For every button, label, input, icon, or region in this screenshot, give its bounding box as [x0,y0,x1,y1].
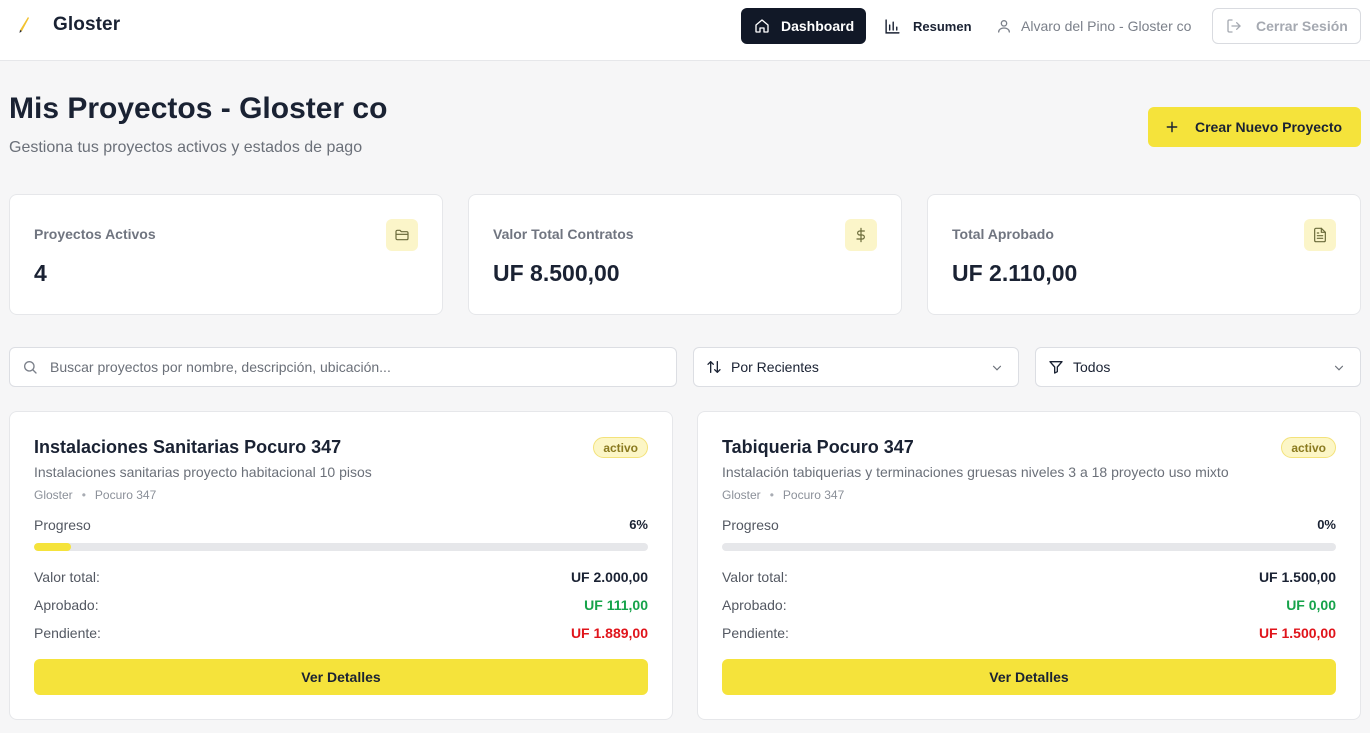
search-field[interactable] [9,347,677,387]
nav-dashboard-button[interactable]: Dashboard [741,8,866,44]
view-details-button[interactable]: Ver Detalles [34,659,648,695]
stat-card-active-projects: Proyectos Activos 4 [9,194,443,315]
approved-label: Aprobado: [34,597,99,613]
stat-card-total-approved: Total Aprobado UF 2.110,00 [927,194,1361,315]
progress-bar [34,543,648,551]
approved-value: UF 0,00 [1286,597,1336,613]
logout-button[interactable]: Cerrar Sesión [1212,8,1361,44]
project-company: Gloster [34,488,73,502]
stat-card-total-contracts: Valor Total Contratos UF 8.500,00 [468,194,902,315]
stat-value: 4 [34,260,47,286]
user-icon [998,20,1010,33]
sort-select-value: Por Recientes [731,359,819,375]
top-navigation-bar: Gloster Dashboard Resumen Alvaro del Pin… [0,0,1370,61]
stat-label: Valor Total Contratos [493,226,634,242]
status-filter-value: Todos [1073,359,1111,375]
nav-resumen-button[interactable]: Resumen [884,8,972,44]
brand-name: Gloster [53,14,121,35]
progress-label: Progreso [722,517,779,533]
approved-label: Aprobado: [722,597,787,613]
progress-value: 0% [1317,517,1336,532]
total-value: UF 2.000,00 [570,569,648,585]
project-title: Tabiqueria Pocuro 347 [722,437,914,457]
status-badge: activo [1281,437,1336,458]
project-description: Instalaciones sanitarias proyecto habita… [34,464,372,480]
project-company: Gloster [722,488,761,502]
search-icon [24,361,37,374]
project-location: Pocuro 347 [782,488,845,502]
progress-value: 6% [629,517,648,532]
page-subtitle: Gestiona tus proyectos activos y estados… [9,139,363,156]
home-icon [755,19,769,33]
create-project-label: Crear Nuevo Proyecto [1195,119,1343,135]
project-meta: Gloster • Pocuro 347 [34,488,156,502]
pending-value: UF 1.500,00 [1258,625,1336,641]
user-name: Alvaro del Pino - Gloster co [1021,18,1192,34]
page-title: Mis Proyectos - Gloster co [9,92,388,125]
chevron-down-icon [990,361,1004,375]
logout-label: Cerrar Sesión [1256,18,1348,34]
stat-value: UF 2.110,00 [952,260,1078,286]
stat-value: UF 8.500,00 [493,260,620,286]
meta-separator: • [769,488,774,502]
progress-label: Progreso [34,517,91,533]
meta-separator: • [81,488,86,502]
project-description: Instalación tabiquerias y terminaciones … [722,464,1229,480]
bar-chart-icon [885,18,900,34]
logout-icon [1227,19,1241,33]
total-value-label: Valor total: [34,569,100,585]
project-location: Pocuro 347 [94,488,157,502]
nav-resumen-label: Resumen [913,18,972,34]
view-details-button[interactable]: Ver Detalles [722,659,1336,695]
folder-icon [386,219,418,251]
progress-bar [722,543,1336,551]
pending-value: UF 1.889,00 [570,625,648,641]
approved-value: UF 111,00 [584,597,648,613]
project-card: Tabiqueria Pocuro 347 activo Instalación… [697,411,1361,720]
dollar-icon [845,219,877,251]
sort-arrows-icon [706,359,722,375]
progress-bar-fill [34,543,71,551]
chevron-down-icon [1332,361,1346,375]
total-value: UF 1.500,00 [1258,569,1336,585]
status-badge: activo [593,437,648,458]
plus-icon [1166,121,1178,133]
pencil-logo-icon [19,17,29,33]
nav-dashboard-label: Dashboard [781,18,855,34]
document-icon [1304,219,1336,251]
stat-label: Total Aprobado [952,226,1054,242]
pending-label: Pendiente: [34,625,101,641]
total-value-label: Valor total: [722,569,788,585]
project-meta: Gloster • Pocuro 347 [722,488,844,502]
filter-icon [1048,359,1064,375]
search-input[interactable] [50,359,640,375]
project-title: Instalaciones Sanitarias Pocuro 347 [34,437,342,457]
status-filter-select[interactable]: Todos [1035,347,1361,387]
user-info: Alvaro del Pino - Gloster co [996,8,1191,44]
create-project-button[interactable]: Crear Nuevo Proyecto [1148,107,1361,147]
stat-label: Proyectos Activos [34,226,156,242]
pending-label: Pendiente: [722,625,789,641]
sort-select[interactable]: Por Recientes [693,347,1019,387]
project-card: Instalaciones Sanitarias Pocuro 347 acti… [9,411,673,720]
